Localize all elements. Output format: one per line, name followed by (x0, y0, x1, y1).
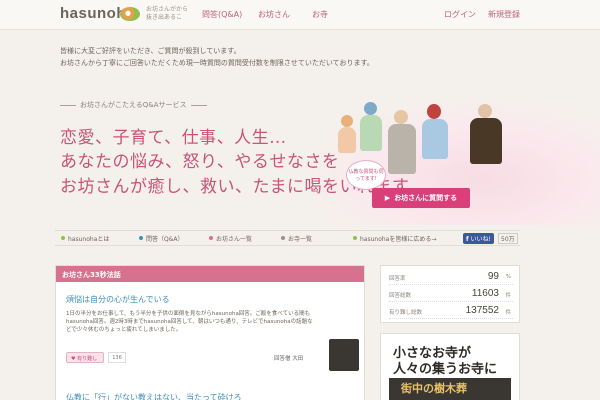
answerer-name[interactable]: 回答僧 大田 (274, 354, 303, 362)
ask-monk-button[interactable]: ▶ お坊さんに質問する (372, 188, 470, 208)
stat-label: 有り難し総数 (389, 310, 423, 316)
site-header: hasunoha お坊さんがから抜き出あるこ 問答(Q&A) お坊さん お寺 ロ… (0, 0, 600, 30)
heart-icon: ♥ (71, 356, 76, 362)
play-arrow-icon: ▶ (384, 194, 391, 202)
hero-tagline-1: 恋愛、子育て、仕事、人生… (60, 128, 287, 148)
subnav-qa-label: 問答（Q&A） (146, 236, 184, 243)
subnav-monks-label: お坊さん一覧 (216, 236, 253, 243)
bullet-icon (61, 236, 65, 240)
arigatashi-label: 有り難し (77, 356, 98, 362)
stat-label: 回答総数 (389, 293, 412, 299)
answerer-avatar[interactable] (329, 339, 359, 371)
arigatashi-button[interactable]: ♥ 有り難し (66, 352, 104, 363)
lotus-icon (120, 7, 140, 21)
bullet-icon (209, 236, 213, 240)
question-title-1[interactable]: 煩悩は自分の心が生んでいる (66, 294, 170, 305)
sermon-panel: お坊さん33秒法話 煩悩は自分の心が生んでいる 1日の半分をお仕事して、もう半分… (55, 265, 365, 400)
facebook-icon: f (466, 236, 469, 243)
subnav-about[interactable]: hasunohaとは (61, 234, 109, 243)
nav-qa[interactable]: 問答(Q&A) (202, 9, 242, 20)
panel-title: お坊さん33秒法話 (56, 266, 364, 282)
hero-tagline-2: あなたの悩み、怒り、やるせなさを (60, 152, 340, 172)
nav-monks[interactable]: お坊さん (258, 9, 290, 20)
speech-bubble: 仏教な質問も伺ってます! (346, 160, 386, 190)
arigatashi-count: 136 (108, 352, 126, 363)
banner-line-2: 人々の集うお寺に (393, 362, 498, 377)
title-rule-right (190, 104, 207, 106)
stat-arigatashi-total: 有り難し総数 137552 件 (389, 304, 513, 319)
bullet-icon (139, 236, 143, 240)
login-link[interactable]: ログイン (444, 9, 476, 20)
subnav-qa[interactable]: 問答（Q&A） (139, 234, 184, 243)
question-title-2[interactable]: 仏教に「行」がない教えはない、当たって砕けろ (66, 392, 242, 400)
notice-line-1: 皆様に大変ご好評をいただき、ご質問が殺到しています。 (60, 47, 241, 55)
stat-value: 11603 (471, 288, 499, 299)
question-body-1: 1日の半分をお仕事して、もう半分を子供の面倒を見ながらhasunoha回答。ご飯… (66, 311, 313, 333)
service-title-text: お坊さんがこたえるQ&Aサービス (80, 101, 187, 109)
stat-unit: 件 (505, 293, 511, 299)
nav-temples[interactable]: お寺 (312, 9, 328, 20)
stat-value: 99 (487, 271, 499, 282)
sub-navigation: hasunohaとは 問答（Q&A） お坊さん一覧 お寺一覧 hasunohaを… (55, 230, 520, 246)
stats-box: 回答率 99 % 回答総数 11603 件 有り難し総数 137552 件 (380, 265, 520, 323)
logo-subtitle: お坊さんがから抜き出あるこ (146, 6, 189, 21)
facebook-like-count: 50万 (498, 233, 518, 244)
ask-monk-label: お坊さんに質問する (394, 194, 458, 202)
stat-unit: 件 (505, 310, 511, 316)
stat-value: 137552 (465, 305, 499, 316)
subnav-about-label: hasunohaとは (68, 236, 110, 243)
facebook-like-button[interactable]: f いいね! (463, 233, 494, 244)
lotus-icon (353, 236, 357, 240)
subnav-temples[interactable]: お寺一覧 (281, 234, 312, 243)
bullet-icon (281, 236, 285, 240)
facebook-like-label: いいね! (470, 236, 491, 243)
register-link[interactable]: 新規登録 (488, 9, 520, 20)
banner-line-3: 街中の樹木葬 (401, 382, 467, 395)
subnav-temples-label: お寺一覧 (288, 236, 313, 243)
stat-answer-rate: 回答率 99 % (389, 270, 513, 285)
share-prompt: hasunohaを皆様に広める→ (353, 234, 436, 243)
share-prompt-label: hasunohaを皆様に広める→ (360, 236, 437, 243)
subnav-monks[interactable]: お坊さん一覧 (209, 234, 252, 243)
temple-banner-ad[interactable]: 小さなお寺が 人々の集うお寺に 街中の樹木葬 (380, 333, 520, 400)
notice-line-2: お坊さんから丁寧にご回答いただくため現一時質問の質問受付数を制限させていただいて… (60, 59, 374, 67)
stat-label: 回答率 (389, 276, 406, 282)
title-rule-left (60, 104, 76, 106)
service-title: お坊さんがこたえるQ&Aサービス (60, 100, 320, 110)
stat-answer-total: 回答総数 11603 件 (389, 287, 513, 302)
stat-unit: % (505, 274, 511, 280)
